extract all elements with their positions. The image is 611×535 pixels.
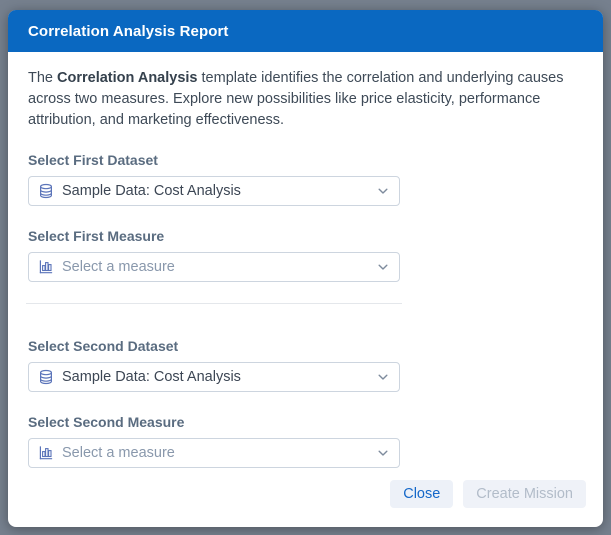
- first-dataset-label: Select First Dataset: [28, 152, 583, 168]
- correlation-analysis-modal: Correlation Analysis Report The Correlat…: [8, 10, 603, 527]
- modal-body: The Correlation Analysis template identi…: [8, 52, 603, 480]
- first-dataset-select[interactable]: Sample Data: Cost Analysis: [28, 176, 400, 206]
- chevron-down-icon: [377, 447, 389, 459]
- second-dataset-select[interactable]: Sample Data: Cost Analysis: [28, 362, 400, 392]
- database-icon: [38, 183, 54, 199]
- section-divider: [26, 303, 402, 304]
- first-measure-label: Select First Measure: [28, 228, 583, 244]
- description-bold: Correlation Analysis: [57, 70, 197, 86]
- template-description: The Correlation Analysis template identi…: [28, 68, 583, 131]
- second-measure-label: Select Second Measure: [28, 414, 583, 430]
- first-measure-select[interactable]: Select a measure: [28, 252, 400, 282]
- chevron-down-icon: [377, 185, 389, 197]
- first-dataset-value: Sample Data: Cost Analysis: [62, 183, 369, 199]
- bar-chart-icon: [38, 259, 54, 275]
- description-prefix: The: [28, 70, 57, 86]
- first-measure-value: Select a measure: [62, 259, 369, 275]
- create-mission-button[interactable]: Create Mission: [463, 480, 586, 508]
- database-icon: [38, 369, 54, 385]
- second-measure-value: Select a measure: [62, 445, 369, 461]
- close-button[interactable]: Close: [390, 480, 453, 508]
- modal-footer: Close Create Mission: [8, 480, 603, 527]
- second-dataset-label: Select Second Dataset: [28, 338, 583, 354]
- modal-title: Correlation Analysis Report: [28, 23, 229, 40]
- chevron-down-icon: [377, 371, 389, 383]
- modal-header: Correlation Analysis Report: [8, 10, 603, 52]
- bar-chart-icon: [38, 445, 54, 461]
- second-dataset-value: Sample Data: Cost Analysis: [62, 369, 369, 385]
- second-measure-select[interactable]: Select a measure: [28, 438, 400, 468]
- chevron-down-icon: [377, 261, 389, 273]
